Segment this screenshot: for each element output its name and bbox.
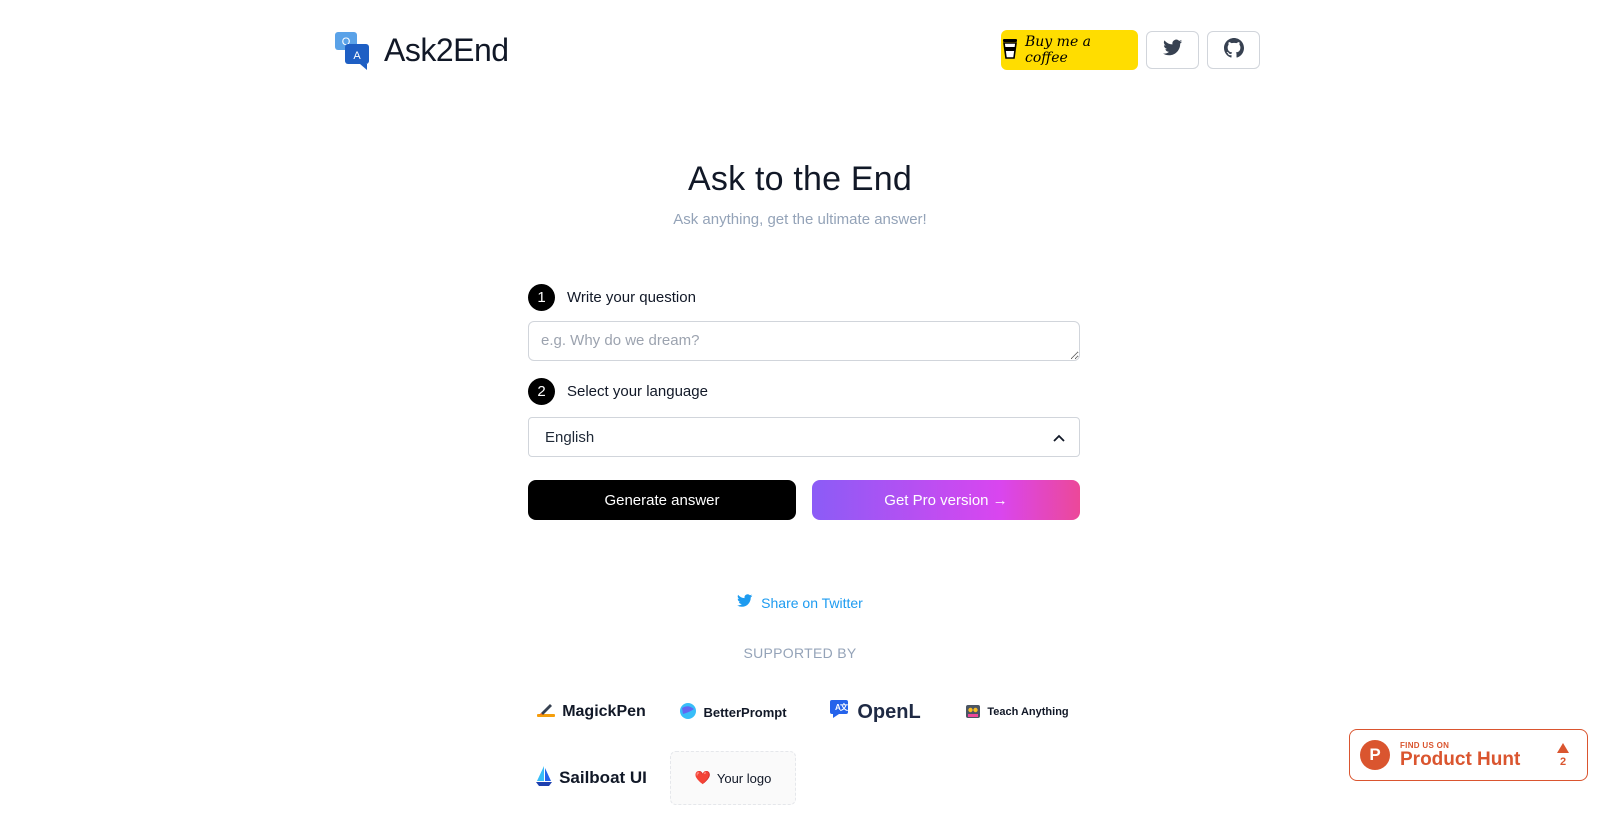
sponsor-magickpen[interactable]: MagickPen (528, 685, 654, 739)
top-header: Q A Ask2End Buy me a coffee (334, 28, 1260, 72)
step-number-badge: 1 (528, 283, 555, 311)
heart-icon: ❤️ (694, 770, 711, 785)
share-label: Share on Twitter (761, 594, 863, 611)
question-form: 1 Write your question 2 Select your lang… (528, 283, 1080, 520)
question-input[interactable] (528, 321, 1080, 361)
share-on-twitter-link[interactable]: Share on Twitter (0, 594, 1600, 611)
sphere-icon (679, 702, 697, 723)
twitter-icon (1162, 39, 1183, 62)
language-selected-value: English (545, 428, 595, 446)
step-1: 1 Write your question (528, 283, 1080, 311)
product-hunt-logo-icon: P (1360, 740, 1390, 770)
product-hunt-title: Product Hunt (1400, 748, 1521, 770)
your-logo-placeholder[interactable]: ❤️ Your logo (670, 751, 796, 805)
step-label: Write your question (567, 288, 696, 306)
qa-chat-icon: Q A (334, 30, 372, 70)
product-hunt-votes: 2 (1557, 742, 1569, 768)
sponsor-name: Your logo (716, 770, 772, 786)
translate-icon: A 文 (829, 699, 851, 725)
sponsor-name: Sailboat UI (559, 768, 647, 787)
sponsor-name: BetterPrompt (703, 704, 787, 720)
sponsor-name: MagickPen (562, 703, 646, 720)
language-select[interactable]: English (528, 417, 1080, 457)
form-buttons: Generate answer Get Pro version → (528, 480, 1080, 520)
twitter-icon (737, 594, 753, 611)
github-button[interactable] (1207, 31, 1260, 69)
twitter-button[interactable] (1146, 31, 1199, 69)
svg-text:A: A (353, 50, 361, 62)
brand[interactable]: Q A Ask2End (334, 30, 509, 70)
upvote-triangle-icon (1557, 742, 1569, 756)
sponsor-openl[interactable]: A 文 OpenL (812, 685, 938, 739)
buy-me-a-coffee-button[interactable]: Buy me a coffee (1001, 30, 1138, 70)
page-subtitle: Ask anything, get the ultimate answer! (673, 211, 927, 228)
supported-by-heading: SUPPORTED BY (743, 645, 857, 661)
coffee-cup-icon (1001, 36, 1019, 64)
sponsor-teach-anything[interactable]: Teach Anything (954, 685, 1080, 739)
generate-answer-button[interactable]: Generate answer (528, 480, 796, 520)
vote-count: 2 (1559, 755, 1567, 768)
sponsor-name: OpenL (857, 700, 921, 723)
sponsor-grid: MagickPen BetterPrompt A 文 OpenL Teach A… (528, 685, 1080, 805)
sponsor-name: Teach Anything (987, 706, 1069, 718)
header-actions: Buy me a coffee (1001, 30, 1260, 70)
brand-title: Ask2End (384, 31, 509, 68)
step-label: Select your language (567, 382, 708, 400)
step-2: 2 Select your language (528, 377, 1080, 405)
sponsor-betterprompt[interactable]: BetterPrompt (670, 685, 796, 739)
sponsor-sailboat-ui[interactable]: Sailboat UI (528, 751, 654, 805)
get-pro-version-button[interactable]: Get Pro version → (812, 480, 1080, 520)
step-number-badge: 2 (528, 377, 555, 405)
sailboat-icon (535, 765, 553, 792)
owl-icon (965, 703, 981, 722)
hero: Ask to the End Ask anything, get the ult… (0, 160, 1600, 228)
chevron-up-icon (1053, 429, 1065, 446)
coffee-label: Buy me a coffee (1025, 34, 1092, 66)
product-hunt-badge[interactable]: P FIND US ON Product Hunt 2 (1349, 729, 1588, 781)
product-hunt-text: FIND US ON Product Hunt (1400, 741, 1520, 770)
page-title: Ask to the End (688, 160, 912, 198)
github-icon (1223, 37, 1244, 63)
svg-text:文: 文 (840, 702, 849, 712)
pen-icon (536, 702, 556, 723)
